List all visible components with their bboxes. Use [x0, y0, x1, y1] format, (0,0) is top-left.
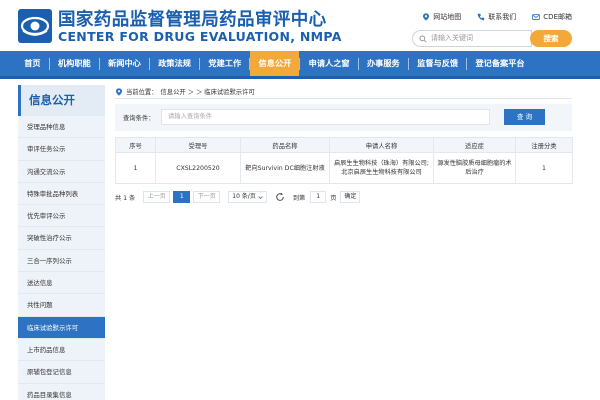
- contact-label: 联系我们: [488, 13, 517, 21]
- page-size-value: 10 条/页: [232, 193, 256, 200]
- breadcrumb-divider: [115, 98, 572, 99]
- table-cell: 靶向Survivin DC细胞注射液: [240, 152, 330, 184]
- location-pin-icon: [115, 87, 123, 96]
- sidebar-item-10[interactable]: 上市药品信息: [18, 339, 105, 362]
- page-root: { "header": { "title_cn": "国家药品监督管理局药品审评…: [0, 0, 600, 400]
- sidebar-title: 信息公开: [18, 85, 105, 116]
- sitemap-link[interactable]: 网站地图: [422, 12, 461, 22]
- sidebar-list: 受理品种信息 审评任务公示 沟通交流公示 特殊审批品种列表 优先审评公示 突破性治疗公示三…: [18, 116, 105, 400]
- mail-icon: [532, 14, 541, 20]
- column-header-5: 注册分类: [515, 137, 573, 153]
- breadcrumb-prefix: 当前位置：: [126, 89, 158, 96]
- nav-item-6[interactable]: 申请人之窗: [300, 51, 357, 76]
- table-header-row: 序号 受理号 药品名称 申请人名称 适应症 注册分类: [115, 137, 573, 153]
- phone-icon: [478, 13, 485, 21]
- nav-item-1[interactable]: 机构职能: [50, 51, 99, 76]
- column-header-0: 序号: [115, 137, 156, 153]
- table-cell: 启辰生生物科技（珠海）有限公司;北京启辰生生物科技有限公司: [329, 152, 434, 184]
- pagination: 共 1 条 上一页 1 下一页 10 条/页 到第 1 页 确定: [115, 191, 361, 203]
- query-label: 查询条件：: [123, 115, 155, 122]
- sidebar-item-7[interactable]: 送达信息: [18, 272, 105, 295]
- sidebar-item-3[interactable]: 特殊审批品种列表: [18, 183, 105, 206]
- query-panel: 查询条件： 请输入查询条件 查 询: [115, 104, 572, 131]
- page-unit-label: 页: [330, 194, 337, 202]
- nav-item-0[interactable]: 首页: [16, 51, 49, 76]
- sidebar-item-12[interactable]: 药品目录集信息: [18, 384, 105, 400]
- search-input[interactable]: 请输入关键词: [412, 30, 532, 47]
- nav-item-4[interactable]: 党建工作: [200, 51, 249, 76]
- table-body: 1 CXSL2200520 靶向Survivin DC细胞注射液 启辰生生物科技（珠海…: [115, 152, 573, 184]
- site-title-en: CENTER FOR DRUG EVALUATION, NMPA: [58, 29, 342, 44]
- nav-item-2[interactable]: 新闻中心: [100, 51, 149, 76]
- nav-item-7[interactable]: 办事服务: [359, 51, 408, 76]
- column-header-2: 药品名称: [240, 137, 330, 153]
- sidebar-item-6[interactable]: 三合一序列公示: [18, 250, 105, 273]
- nav-item-5[interactable]: 信息公开: [250, 51, 300, 76]
- sidebar-item-9[interactable]: 临床试验默示许可: [18, 316, 105, 339]
- site-title-cn: 国家药品监督管理局药品审评中心: [58, 10, 327, 30]
- sidebar-item-4[interactable]: 优先审评公示: [18, 205, 105, 228]
- table-row[interactable]: 1 CXSL2200520 靶向Survivin DC细胞注射液 启辰生生物科技（珠海…: [115, 152, 573, 184]
- chevron-down-icon: [258, 195, 263, 199]
- query-button[interactable]: 查 询: [504, 109, 545, 125]
- confirm-button[interactable]: 确定: [340, 191, 361, 203]
- search-button[interactable]: 搜索: [530, 30, 572, 47]
- refresh-icon[interactable]: [275, 192, 285, 202]
- location-pin-icon: [423, 13, 430, 21]
- sitemap-label: 网站地图: [433, 13, 462, 21]
- sidebar-item-2[interactable]: 沟通交流公示: [18, 161, 105, 183]
- column-header-3: 申请人名称: [329, 137, 434, 153]
- total-count: 共 1 条: [115, 194, 136, 202]
- sidebar-item-5[interactable]: 突破性治疗公示: [18, 227, 105, 250]
- mail-link[interactable]: CDE邮箱: [532, 12, 572, 22]
- table-cell: CXSL2200520: [155, 152, 241, 184]
- sidebar-item-1[interactable]: 审评任务公示: [18, 138, 105, 161]
- nav-underline: [0, 76, 600, 79]
- nav-item-9[interactable]: 登记备案平台: [467, 51, 533, 76]
- sidebar-item-0[interactable]: 受理品种信息: [18, 116, 105, 139]
- breadcrumb: 当前位置： 信息公开 ＞ ＞ 临床试验默示许可: [115, 87, 255, 96]
- query-input[interactable]: 请输入查询条件: [161, 109, 490, 125]
- main-nav: 首页 机构职能 新闻中心 政策法规 党建工作 信息公开 申请人之窗 办事服务 监督与反馈 登记备案…: [0, 51, 600, 76]
- column-header-4: 适应症: [433, 137, 516, 153]
- goto-page-input[interactable]: 1: [310, 191, 327, 203]
- search-icon: [419, 35, 427, 43]
- sidebar-item-11[interactable]: 原辅包登记信息: [18, 361, 105, 384]
- cde-logo-icon[interactable]: [18, 9, 52, 43]
- nav-item-8[interactable]: 监督与反馈: [409, 51, 466, 76]
- column-header-1: 受理号: [155, 137, 241, 153]
- site-header: 国家药品监督管理局药品审评中心 CENTER FOR DRUG EVALUATI…: [0, 0, 600, 50]
- mail-label: CDE邮箱: [543, 13, 572, 21]
- goto-label: 到第: [292, 194, 306, 202]
- table-cell: 源发性脑胶质母细胞瘤的术后治疗: [433, 152, 516, 184]
- search-placeholder: 请输入关键词: [431, 34, 473, 42]
- header-search: 请输入关键词 搜索: [412, 30, 572, 47]
- breadcrumb-path[interactable]: 信息公开 ＞ ＞ 临床试验默示许可: [160, 87, 254, 96]
- top-links: 网站地图 联系我们 CDE邮箱: [422, 12, 572, 22]
- sidebar-item-8[interactable]: 共性问题: [18, 294, 105, 317]
- contact-link[interactable]: 联系我们: [477, 12, 516, 22]
- results-table: 序号 受理号 药品名称 申请人名称 适应症 注册分类 1 CXSL2200520 靶向Surv…: [115, 137, 573, 184]
- sidebar: 信息公开 受理品种信息 审评任务公示 沟通交流公示 特殊审批品种列表 优先审评公示 突破性…: [18, 85, 105, 400]
- nav-item-3[interactable]: 政策法规: [150, 51, 199, 76]
- table-cell: 1: [115, 152, 156, 184]
- prev-page-button[interactable]: 上一页: [143, 191, 171, 203]
- page-size-select[interactable]: 10 条/页: [228, 191, 267, 203]
- table-cell: 1: [515, 152, 573, 184]
- page-1-button[interactable]: 1: [173, 191, 191, 203]
- next-page-button[interactable]: 下一页: [193, 191, 221, 203]
